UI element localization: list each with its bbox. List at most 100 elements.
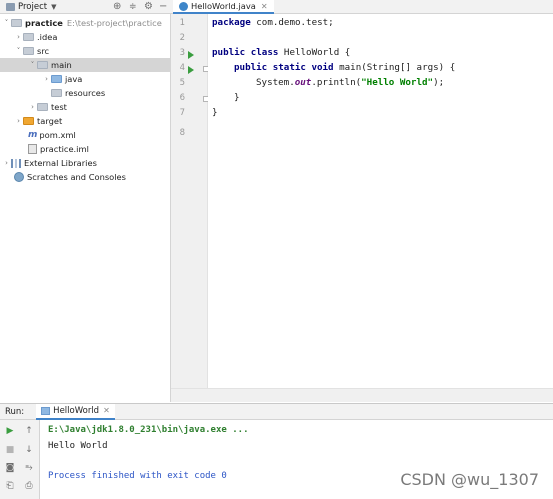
string-literal: "Hello World" — [361, 77, 434, 88]
project-path: E:\test-project\practice — [66, 18, 162, 28]
tree-item-iml[interactable]: practice.iml — [0, 142, 170, 156]
tree-item-label: Scratches and Consoles — [27, 172, 126, 182]
expand-arrow[interactable]: › — [42, 75, 51, 83]
watermark: CSDN @wu_1307 — [400, 470, 539, 489]
run-class-icon[interactable] — [188, 51, 194, 59]
run-toolbar: ▶ ↑ ■ ↓ ◙ ⥱ ⎗ ⎙ — [0, 420, 40, 499]
maven-file-icon: m — [28, 130, 38, 140]
code-editor[interactable]: package com.demo.test; public class Hell… — [208, 14, 553, 388]
stop-icon[interactable]: ■ — [4, 444, 16, 456]
tree-item-resources[interactable]: resources — [0, 86, 170, 100]
tree-item-label: practice — [25, 18, 63, 28]
tree-item-idea[interactable]: › .idea — [0, 30, 170, 44]
line-number: 5 — [179, 78, 185, 88]
tree-item-label: test — [51, 102, 67, 112]
project-panel-header: Project ▼ ⊕ ≑ ⚙ − — [0, 0, 171, 14]
run-label: Run: — [5, 406, 25, 417]
run-main-icon[interactable] — [188, 66, 194, 74]
folder-icon — [23, 33, 34, 41]
expand-arrow[interactable]: ˅ — [2, 19, 11, 27]
soft-wrap-icon[interactable]: ⥱ — [23, 462, 35, 474]
close-icon[interactable]: ✕ — [261, 2, 268, 11]
code-text: ); — [433, 77, 445, 88]
code-line-5: System.out.println("Hello World"); — [256, 75, 444, 90]
editor-tab-bar: HelloWorld.java ✕ — [171, 0, 553, 14]
console-command-line: E:\Java\jdk1.8.0_231\bin\java.exe ... — [48, 425, 249, 435]
tree-item-src[interactable]: ˅ src — [0, 44, 170, 58]
tree-item-test[interactable]: › test — [0, 100, 170, 114]
arrow-down-icon[interactable]: ↓ — [23, 444, 35, 456]
scratches-icon — [14, 172, 24, 182]
tree-item-label: pom.xml — [39, 130, 76, 140]
tab-helloworld-java[interactable]: HelloWorld.java ✕ — [173, 0, 274, 14]
tree-item-label: java — [65, 74, 83, 84]
code-line-6: } — [234, 92, 240, 103]
code-text: .println( — [311, 77, 362, 88]
code-text: HelloWorld { — [278, 47, 351, 58]
tree-item-scratches[interactable]: Scratches and Consoles — [0, 170, 170, 184]
excluded-folder-icon — [23, 117, 34, 125]
project-panel-title[interactable]: Project — [18, 2, 47, 12]
source-folder-icon — [51, 75, 62, 83]
tree-item-label: main — [51, 60, 72, 70]
line-number: 8 — [179, 128, 185, 138]
horizontal-scrollbar[interactable] — [171, 388, 553, 402]
libraries-icon — [11, 158, 21, 168]
hide-panel-icon[interactable]: − — [159, 1, 167, 12]
tree-item-label: .idea — [37, 32, 58, 42]
code-line-3: public class HelloWorld { — [212, 45, 350, 60]
line-number: 1 — [179, 18, 185, 28]
code-line-7: } — [212, 107, 218, 118]
close-icon[interactable]: ✕ — [103, 406, 110, 415]
folder-icon — [23, 47, 34, 55]
restore-layout-icon[interactable]: ⎗ — [4, 480, 16, 492]
run-config-icon — [41, 406, 51, 415]
editor-gutter: 1 2 3 4 5 6 7 8 — [171, 14, 209, 388]
tree-item-main[interactable]: ˅ main — [0, 58, 170, 72]
code-text: main(String[] args) { — [333, 62, 456, 73]
console-output-line: Hello World — [48, 441, 108, 451]
code-text: System. — [256, 77, 295, 88]
keyword: public static void — [234, 62, 334, 73]
tree-item-target[interactable]: › target — [0, 114, 170, 128]
resources-folder-icon — [51, 89, 62, 97]
chevron-down-icon[interactable]: ▼ — [51, 3, 56, 11]
camera-icon[interactable]: ◙ — [4, 462, 16, 474]
line-number: 7 — [179, 108, 185, 118]
rerun-icon[interactable]: ▶ — [4, 425, 16, 437]
expand-arrow[interactable]: ˅ — [28, 61, 37, 69]
folder-icon — [37, 103, 48, 111]
code-text: com.demo.test; — [250, 17, 334, 28]
tree-item-label: src — [37, 46, 50, 56]
expand-arrow[interactable]: › — [14, 33, 23, 41]
expand-arrow[interactable]: › — [28, 103, 37, 111]
code-line-1: package com.demo.test; — [212, 15, 334, 30]
line-number: 4 — [179, 63, 185, 73]
tree-item-label: External Libraries — [24, 158, 97, 168]
tree-item-label: resources — [65, 88, 106, 98]
tree-item-external-libraries[interactable]: › External Libraries — [0, 156, 170, 170]
expand-arrow[interactable]: › — [2, 159, 11, 167]
tree-item-java[interactable]: › java — [0, 72, 170, 86]
line-number: 2 — [179, 33, 185, 43]
print-icon[interactable]: ⎙ — [23, 480, 35, 492]
static-field: out — [294, 77, 312, 88]
tree-item-pom[interactable]: m pom.xml — [0, 128, 170, 142]
tab-label: HelloWorld.java — [191, 1, 256, 11]
tab-run-helloworld[interactable]: HelloWorld ✕ — [36, 403, 115, 420]
arrow-up-icon[interactable]: ↑ — [23, 425, 35, 437]
expand-arrow[interactable]: ˅ — [14, 47, 23, 55]
gear-icon[interactable]: ⚙ — [144, 1, 153, 12]
console-exit-line: Process finished with exit code 0 — [48, 471, 227, 481]
locate-icon[interactable]: ⊕ — [113, 1, 121, 12]
line-number: 6 — [179, 93, 185, 103]
keyword: package — [212, 17, 251, 28]
java-class-icon — [179, 1, 188, 11]
code-line-4: public static void main(String[] args) { — [234, 60, 455, 75]
expand-arrow[interactable]: › — [14, 117, 23, 125]
module-file-icon — [28, 144, 37, 154]
tree-item-practice[interactable]: ˅ practice E:\test-project\practice — [0, 16, 170, 30]
collapse-all-icon[interactable]: ≑ — [129, 2, 137, 12]
line-number: 3 — [179, 48, 185, 58]
project-tree: ˅ practice E:\test-project\practice › .i… — [0, 14, 171, 402]
